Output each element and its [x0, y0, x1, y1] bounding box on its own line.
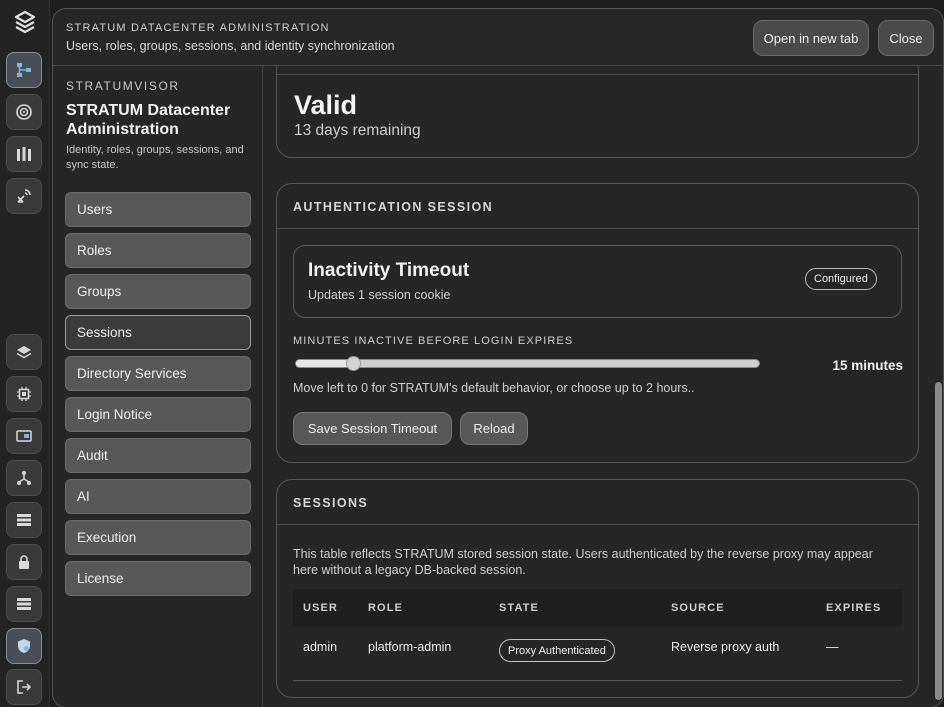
column-expires[interactable]: EXPIRES [826, 602, 881, 614]
inactivity-timeout-title: Inactivity Timeout [308, 260, 470, 281]
topology-icon[interactable] [6, 52, 42, 88]
card-title: SESSIONS [293, 496, 369, 510]
card-divider [277, 74, 918, 75]
modal-subtitle: Users, roles, groups, sessions, and iden… [66, 39, 395, 53]
sessions-description: This table reflects STRATUM stored sessi… [293, 547, 873, 577]
license-remaining: 13 days remaining [294, 122, 421, 139]
modal-header: STRATUM DATACENTER ADMINISTRATION Users,… [53, 9, 943, 66]
license-card: Valid 13 days remaining [276, 66, 919, 158]
main-content: Valid 13 days remaining AUTHENTICATION S… [264, 66, 943, 707]
authentication-session-card: AUTHENTICATION SESSION Inactivity Timeou… [276, 183, 919, 463]
racks-icon[interactable] [6, 136, 42, 172]
close-button[interactable]: Close [878, 20, 934, 56]
nav-license[interactable]: License [65, 561, 251, 596]
license-status: Valid [294, 90, 358, 120]
slider-label: MINUTES INACTIVE BEFORE LOGIN EXPIRES [293, 335, 574, 347]
cell-user: admin [303, 640, 338, 654]
admin-modal: STRATUM DATACENTER ADMINISTRATION Users,… [52, 8, 944, 707]
nav-sessions[interactable]: Sessions [65, 315, 251, 350]
slider-help-text: Move left to 0 for STRATUM's default beh… [293, 381, 695, 395]
nav-roles[interactable]: Roles [65, 233, 251, 268]
card-title: AUTHENTICATION SESSION [293, 200, 494, 214]
card-divider [277, 524, 918, 525]
inactivity-timeout-subtitle: Updates 1 session cookie [308, 288, 451, 302]
sessions-card: SESSIONS This table reflects STRATUM sto… [276, 479, 919, 698]
sidebar-title: STRATUM Datacenter Administration [66, 102, 231, 138]
satellite-icon[interactable] [6, 178, 42, 214]
admin-sidebar: STRATUMVISOR STRATUM Datacenter Administ… [53, 66, 263, 707]
logout-icon[interactable] [6, 669, 42, 705]
cell-expires: — [826, 640, 839, 654]
logo-icon[interactable] [12, 9, 38, 35]
nav-audit[interactable]: Audit [65, 438, 251, 473]
nav-directory-services[interactable]: Directory Services [65, 356, 251, 391]
server-list-icon[interactable] [6, 502, 42, 538]
row-divider [293, 680, 902, 681]
state-badge: Proxy Authenticated [499, 639, 615, 662]
layers-icon[interactable] [6, 334, 42, 370]
column-state[interactable]: STATE [499, 602, 539, 614]
cell-role: platform-admin [368, 640, 452, 654]
cell-source: Reverse proxy auth [671, 640, 780, 654]
nav-ai[interactable]: AI [65, 479, 251, 514]
sidebar-kicker: STRATUMVISOR [66, 79, 180, 93]
sidebar-description: Identity, roles, groups, sessions, and s… [66, 144, 244, 171]
configured-badge: Configured [805, 268, 877, 290]
nav-groups[interactable]: Groups [65, 274, 251, 309]
storage-card-icon[interactable] [6, 418, 42, 454]
slider-thumb[interactable] [345, 356, 361, 371]
lock-icon[interactable] [6, 544, 42, 580]
admin-shield-icon[interactable] [6, 628, 42, 664]
nav-users[interactable]: Users [65, 192, 251, 227]
column-role[interactable]: ROLE [368, 602, 403, 614]
card-divider [277, 228, 918, 229]
timeout-slider[interactable] [295, 356, 760, 371]
chip-icon[interactable] [6, 376, 42, 412]
scrollbar-thumb[interactable] [935, 382, 942, 700]
network-icon[interactable] [6, 460, 42, 496]
reload-button[interactable]: Reload [460, 412, 528, 445]
modal-kicker: STRATUM DATACENTER ADMINISTRATION [66, 22, 330, 34]
target-icon[interactable] [6, 94, 42, 130]
save-session-timeout-button[interactable]: Save Session Timeout [293, 412, 452, 445]
nav-execution[interactable]: Execution [65, 520, 251, 555]
open-in-new-tab-button[interactable]: Open in new tab [753, 20, 869, 56]
nav-login-notice[interactable]: Login Notice [65, 397, 251, 432]
column-source[interactable]: SOURCE [671, 602, 725, 614]
icon-rail [0, 0, 50, 707]
slider-value: 15 minutes [832, 358, 903, 373]
column-user[interactable]: USER [303, 602, 338, 614]
server-stack-icon[interactable] [6, 586, 42, 622]
table-header: USER ROLE STATE SOURCE EXPIRES [293, 589, 902, 626]
inactivity-timeout-panel: Inactivity Timeout Updates 1 session coo… [293, 245, 902, 318]
